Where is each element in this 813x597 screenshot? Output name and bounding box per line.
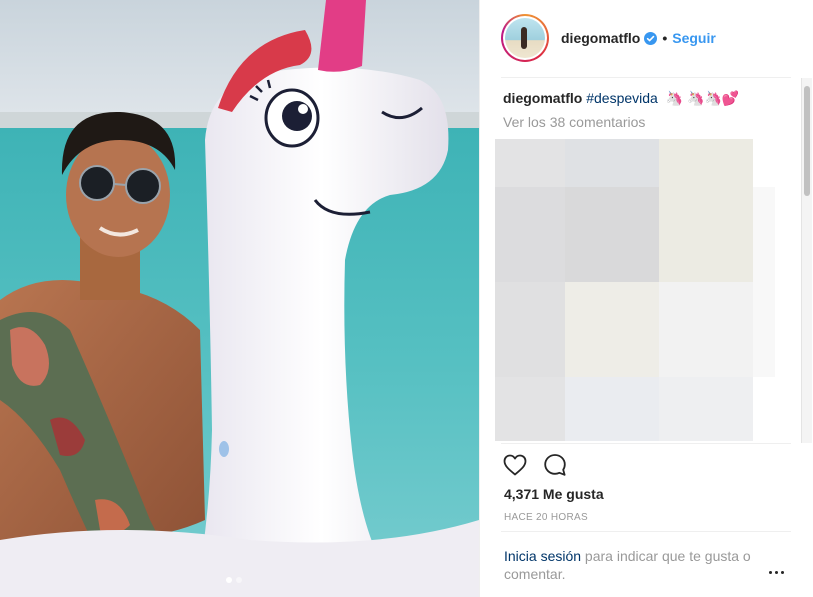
comments-scrollbar[interactable] [801,78,812,443]
post-header: diegomatflo • Seguir [501,14,791,62]
more-options-icon[interactable] [766,562,786,582]
post-photo[interactable] [0,0,479,597]
divider [501,443,791,444]
avatar-image [505,18,545,58]
post-side-panel: diegomatflo • Seguir diegomatflo #despev… [479,0,813,597]
carousel-indicator [224,577,244,583]
comment-bubble-icon[interactable] [541,451,569,479]
caption-username-link[interactable]: diegomatflo [503,90,582,106]
scrollbar-thumb[interactable] [804,86,810,196]
photo-image [0,0,479,597]
post-actions [501,451,581,479]
heart-icon[interactable] [501,451,529,479]
login-prompt: Inicia sesión para indicar que te gusta … [504,547,774,583]
caption-emojis: 🦄 🦄🦄💕 [665,90,740,106]
blurred-comments-area [495,139,775,441]
post-caption: diegomatflo #despevida 🦄 🦄🦄💕 [503,89,783,107]
likes-count[interactable]: 4,371 Me gusta [504,486,604,502]
carousel-dot-active [226,577,232,583]
follow-button[interactable]: Seguir [672,30,716,46]
verified-badge-icon [644,31,658,45]
divider [501,77,791,78]
header-separator: • [662,30,668,46]
carousel-dot [236,577,242,583]
view-comments-link[interactable]: Ver los 38 comentarios [503,114,645,130]
login-link[interactable]: Inicia sesión [504,548,581,564]
divider [501,531,791,532]
hashtag-link[interactable]: #despevida [586,90,658,106]
avatar[interactable] [501,14,549,62]
username-link[interactable]: diegomatflo [561,30,640,46]
post-timestamp[interactable]: HACE 20 HORAS [504,512,588,523]
